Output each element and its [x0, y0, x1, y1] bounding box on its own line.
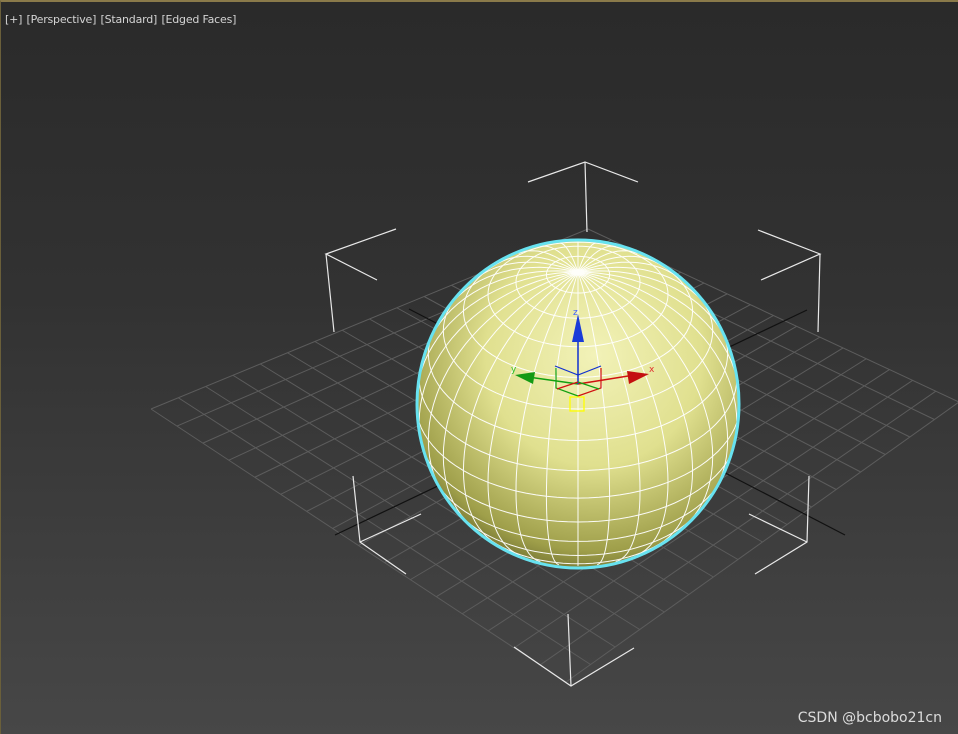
shading-mode-label[interactable]: [Standard]: [101, 13, 158, 26]
z-axis-label: z: [573, 308, 578, 318]
sphere-object[interactable]: [415, 238, 741, 570]
viewport-menu-button[interactable]: [+]: [5, 13, 22, 26]
scene-canvas[interactable]: x y z: [1, 2, 958, 734]
view-type-label[interactable]: [Perspective]: [27, 13, 97, 26]
x-axis-label: x: [649, 365, 655, 375]
watermark: CSDN @bcbobo21cn: [797, 710, 942, 726]
y-axis-label: y: [511, 365, 517, 375]
display-mode-label[interactable]: [Edged Faces]: [161, 13, 236, 26]
viewport-label-bar: [+] [Perspective] [Standard] [Edged Face…: [5, 13, 237, 26]
perspective-viewport[interactable]: x y z [+] [Perspective] [Standard] [Edge…: [0, 0, 958, 734]
